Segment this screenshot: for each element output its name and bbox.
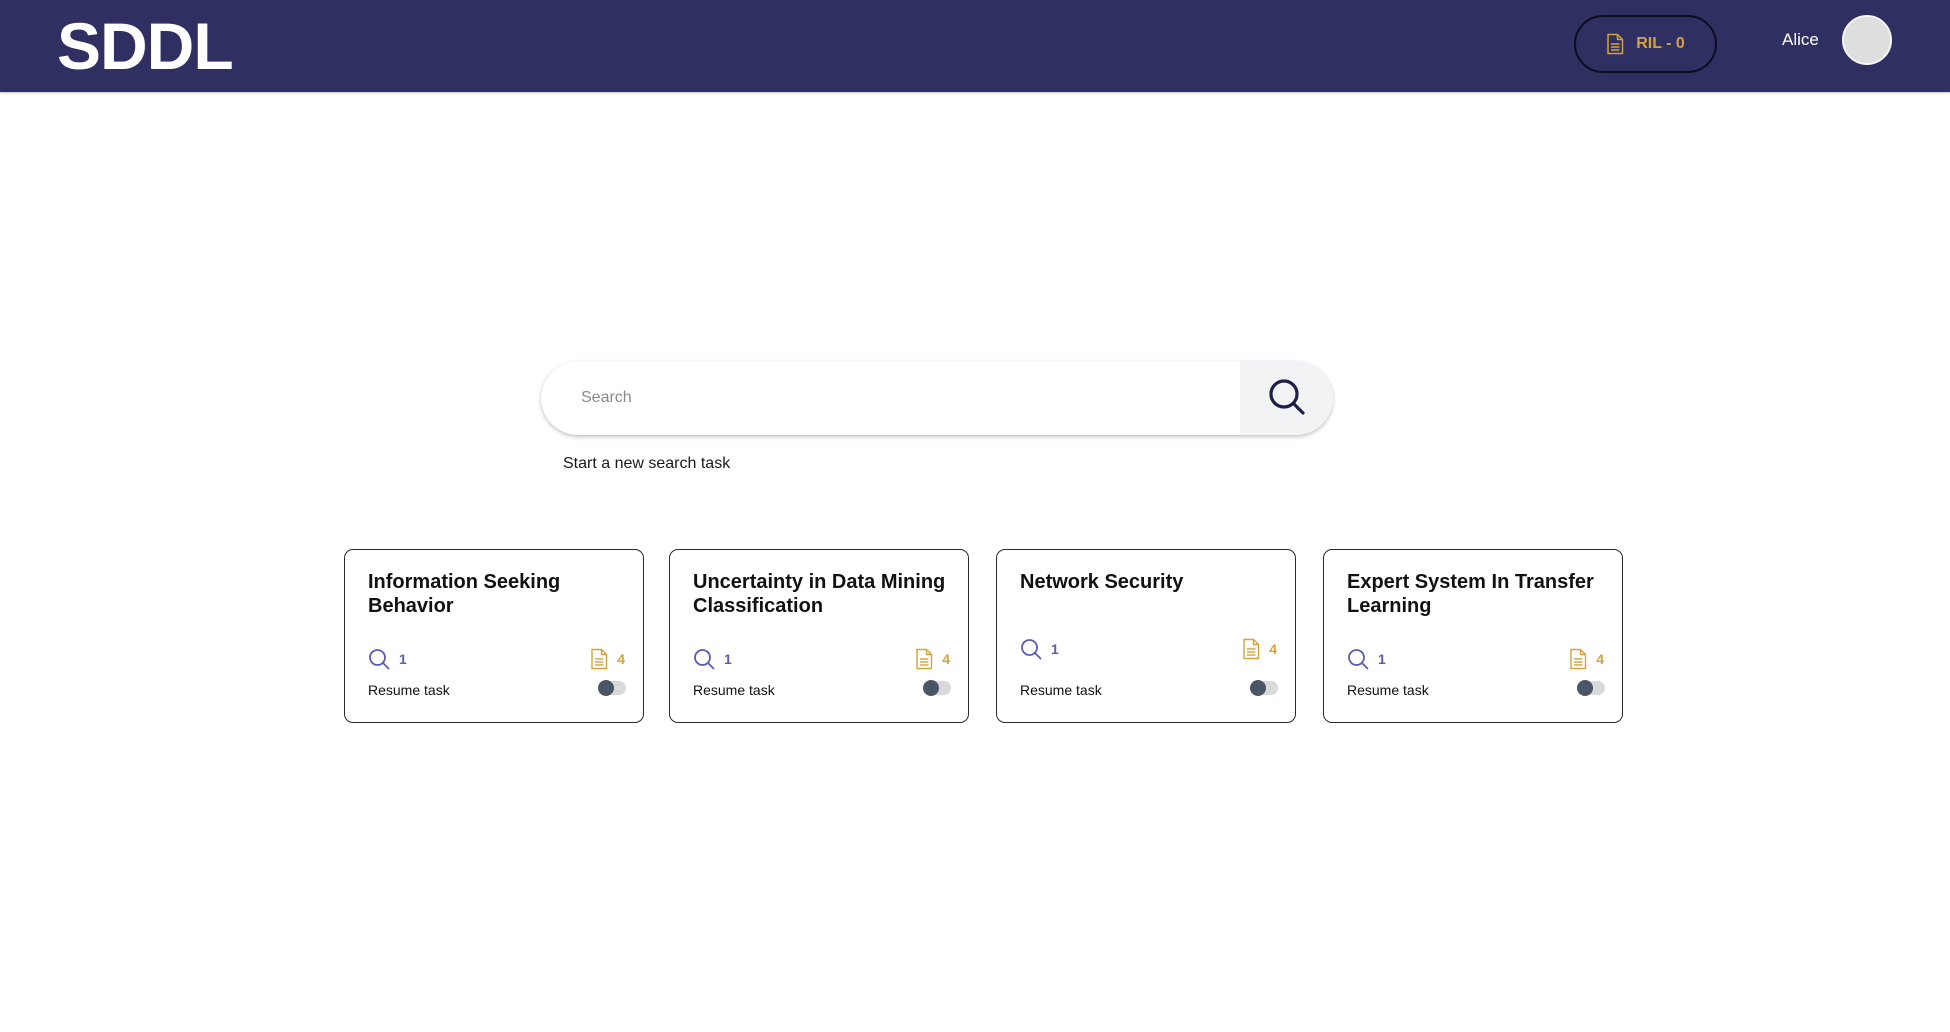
task-stats: 1 4 [1020, 637, 1277, 661]
document-count: 4 [1569, 648, 1604, 670]
document-count: 4 [915, 648, 950, 670]
search-icon [693, 648, 715, 670]
document-count-value: 4 [942, 651, 950, 667]
query-count-value: 1 [724, 651, 732, 667]
app-logo[interactable]: SDDL [57, 6, 234, 86]
resume-task-label: Resume task [1020, 682, 1102, 698]
task-title: Uncertainty in Data Mining Classificatio… [693, 571, 946, 617]
task-card[interactable]: Expert System In Transfer Learning 1 4 R… [1323, 549, 1623, 723]
query-count-value: 1 [1051, 641, 1059, 657]
search-icon [368, 648, 390, 670]
document-count: 4 [1242, 638, 1277, 660]
resume-task-label: Resume task [368, 682, 450, 698]
task-card[interactable]: Uncertainty in Data Mining Classificatio… [669, 549, 969, 723]
resume-task-toggle[interactable] [598, 680, 626, 696]
resume-task-toggle[interactable] [923, 680, 951, 696]
document-icon [915, 648, 933, 670]
search-icon [1347, 648, 1369, 670]
search-input[interactable] [541, 361, 1240, 435]
task-title: Network Security [1020, 571, 1184, 593]
task-stats: 1 4 [368, 647, 625, 671]
task-stats: 1 4 [1347, 647, 1604, 671]
query-count: 1 [368, 648, 407, 670]
ril-button[interactable]: RIL - 0 [1574, 15, 1717, 73]
toggle-knob [1577, 680, 1593, 696]
document-icon [590, 648, 608, 670]
resume-task-toggle[interactable] [1250, 680, 1278, 696]
query-count-value: 1 [399, 651, 407, 667]
document-icon [1606, 33, 1624, 55]
avatar[interactable] [1842, 15, 1892, 65]
task-stats: 1 4 [693, 647, 950, 671]
task-card[interactable]: Information Seeking Behavior 1 4 Resume … [344, 549, 644, 723]
resume-task-label: Resume task [1347, 682, 1429, 698]
search-bar [541, 361, 1333, 435]
task-title: Expert System In Transfer Learning [1347, 571, 1594, 617]
query-count: 1 [693, 648, 732, 670]
toggle-knob [1250, 680, 1266, 696]
search-icon [1020, 638, 1042, 660]
ril-count-label: RIL - 0 [1636, 35, 1685, 52]
document-icon [1569, 648, 1587, 670]
toggle-knob [598, 680, 614, 696]
document-count-value: 4 [617, 651, 625, 667]
toggle-knob [923, 680, 939, 696]
task-title: Information Seeking Behavior [368, 571, 561, 617]
query-count: 1 [1347, 648, 1386, 670]
query-count: 1 [1020, 638, 1059, 660]
search-icon [1267, 377, 1307, 420]
resume-task-toggle[interactable] [1577, 680, 1605, 696]
search-button[interactable] [1240, 361, 1333, 435]
username: Alice [1782, 30, 1819, 49]
document-count: 4 [590, 648, 625, 670]
document-icon [1242, 638, 1260, 660]
document-count-value: 4 [1596, 651, 1604, 667]
query-count-value: 1 [1378, 651, 1386, 667]
document-count-value: 4 [1269, 641, 1277, 657]
search-hint: Start a new search task [563, 455, 731, 472]
top-bar: SDDL RIL - 0 Alice [0, 0, 1950, 92]
resume-task-label: Resume task [693, 682, 775, 698]
task-card[interactable]: Network Security 1 4 Resume task [996, 549, 1296, 723]
